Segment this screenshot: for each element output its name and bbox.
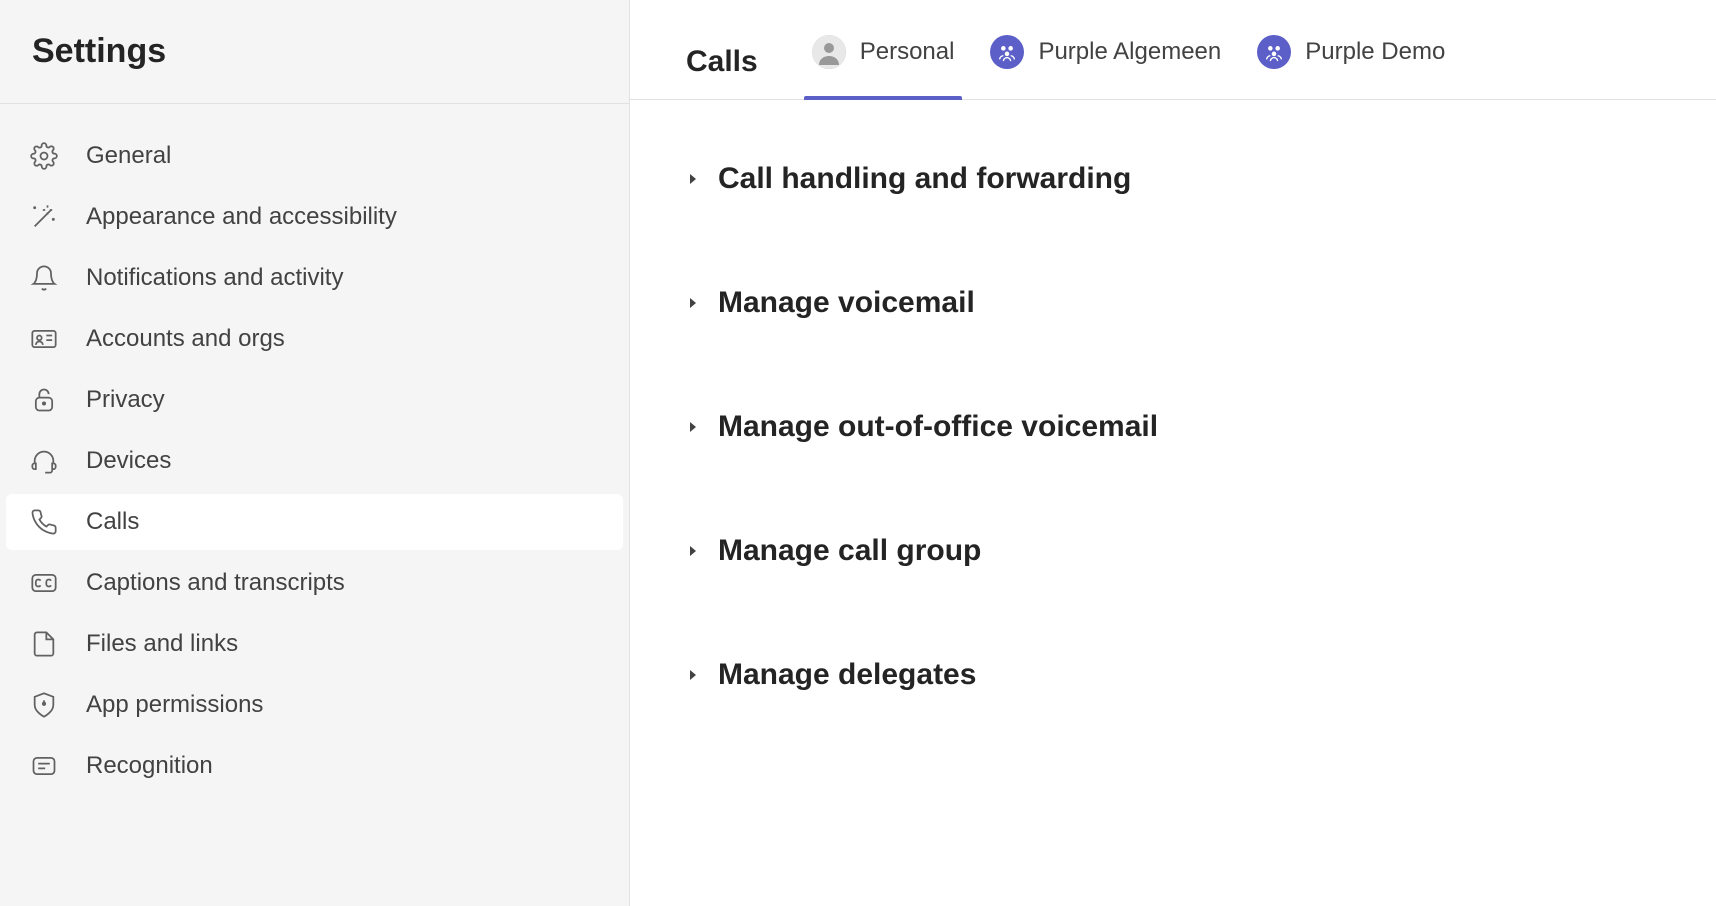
team-icon (990, 35, 1024, 69)
section-label: Call handling and forwarding (718, 162, 1131, 196)
sidebar-item-devices[interactable]: Devices (6, 433, 623, 489)
sidebar-item-label: Devices (86, 447, 171, 475)
section-label: Manage voicemail (718, 286, 975, 320)
chevron-right-icon (686, 172, 700, 186)
section-label: Manage delegates (718, 658, 976, 692)
sidebar-item-privacy[interactable]: Privacy (6, 372, 623, 428)
chevron-right-icon (686, 296, 700, 310)
sidebar-item-files[interactable]: Files and links (6, 616, 623, 672)
sidebar-item-notifications[interactable]: Notifications and activity (6, 250, 623, 306)
sidebar-item-label: Appearance and accessibility (86, 203, 397, 231)
sidebar-item-appearance[interactable]: Appearance and accessibility (6, 189, 623, 245)
sidebar-item-label: General (86, 142, 171, 170)
chevron-right-icon (686, 668, 700, 682)
sidebar-header: Settings (0, 0, 629, 104)
sidebar-item-captions[interactable]: Captions and transcripts (6, 555, 623, 611)
main-header: Calls Personal Purple Algemeen Purple De… (630, 0, 1716, 100)
sidebar-item-recognition[interactable]: Recognition (6, 738, 623, 794)
sidebar-nav: General Appearance and accessibility Not… (0, 104, 629, 799)
section-label: Manage call group (718, 534, 981, 568)
lock-icon (30, 386, 58, 414)
section-manage-call-group[interactable]: Manage call group (686, 522, 1660, 580)
sidebar-item-label: Privacy (86, 386, 165, 414)
shield-icon (30, 691, 58, 719)
tab-label: Personal (860, 38, 955, 66)
section-out-of-office-voicemail[interactable]: Manage out-of-office voicemail (686, 398, 1660, 456)
sidebar-item-label: Files and links (86, 630, 238, 658)
headset-icon (30, 447, 58, 475)
sidebar-item-general[interactable]: General (6, 128, 623, 184)
sidebar-item-label: App permissions (86, 691, 263, 719)
wand-icon (30, 203, 58, 231)
section-manage-voicemail[interactable]: Manage voicemail (686, 274, 1660, 332)
gear-icon (30, 142, 58, 170)
team-icon (1257, 35, 1291, 69)
main-title: Calls (686, 45, 758, 79)
tab-purple-demo[interactable]: Purple Demo (1249, 24, 1453, 100)
file-icon (30, 630, 58, 658)
text-icon (30, 752, 58, 780)
cc-icon (30, 569, 58, 597)
sidebar-item-label: Captions and transcripts (86, 569, 345, 597)
tab-personal[interactable]: Personal (804, 24, 963, 100)
sidebar-item-calls[interactable]: Calls (6, 494, 623, 550)
bell-icon (30, 264, 58, 292)
section-label: Manage out-of-office voicemail (718, 410, 1158, 444)
sidebar-item-label: Calls (86, 508, 139, 536)
sidebar-item-label: Accounts and orgs (86, 325, 285, 353)
chevron-right-icon (686, 420, 700, 434)
content-area: Call handling and forwarding Manage voic… (630, 100, 1716, 820)
avatar (812, 35, 846, 69)
id-card-icon (30, 325, 58, 353)
sidebar-item-label: Recognition (86, 752, 213, 780)
section-call-handling[interactable]: Call handling and forwarding (686, 150, 1660, 208)
page-title: Settings (32, 32, 629, 71)
sidebar-item-label: Notifications and activity (86, 264, 343, 292)
section-manage-delegates[interactable]: Manage delegates (686, 646, 1660, 704)
chevron-right-icon (686, 544, 700, 558)
phone-icon (30, 508, 58, 536)
tab-label: Purple Demo (1305, 38, 1445, 66)
main-content: Calls Personal Purple Algemeen Purple De… (630, 0, 1716, 906)
settings-sidebar: Settings General Appearance and accessib… (0, 0, 630, 906)
tab-purple-algemeen[interactable]: Purple Algemeen (982, 24, 1229, 100)
sidebar-item-app-permissions[interactable]: App permissions (6, 677, 623, 733)
sidebar-item-accounts[interactable]: Accounts and orgs (6, 311, 623, 367)
tab-label: Purple Algemeen (1038, 38, 1221, 66)
